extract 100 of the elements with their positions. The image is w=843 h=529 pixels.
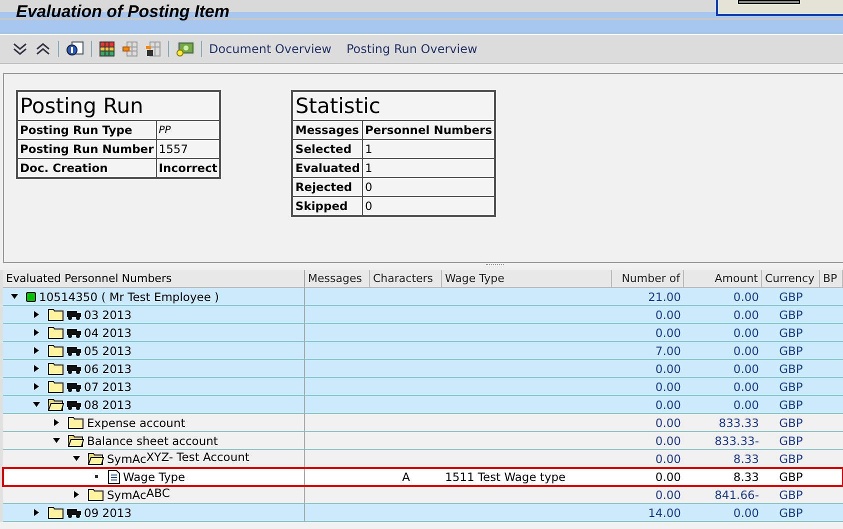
toolbar-link[interactable]: Posting Run Overview <box>346 42 478 56</box>
table-cell: 0.00 <box>655 326 681 340</box>
caret-right-icon[interactable] <box>33 329 40 336</box>
truck-icon <box>67 400 81 410</box>
table-cell: 14.00 <box>648 506 681 520</box>
tree-label: 08 2013 <box>84 398 132 412</box>
tree-row[interactable]: SymAcXYZ- Test Account 0.00 8.33 GBP <box>3 450 843 468</box>
tree-row[interactable]: Wage Type A 1511 Test Wage type 0.00 8.33 GBP <box>3 468 843 486</box>
tree-label: 07 2013 <box>84 380 132 394</box>
tree-row[interactable]: 05 2013 7.00 0.00 GBP <box>3 342 843 360</box>
table-cell: 0.00 <box>655 452 681 466</box>
table-cell: GBP <box>779 416 803 430</box>
table-cell: 0.00 <box>655 416 681 430</box>
tree-row[interactable]: 09 2013 14.00 0.00 GBP <box>3 504 843 522</box>
folder-icon <box>48 344 64 357</box>
tree-label: SymAc <box>107 452 146 466</box>
column-header[interactable]: Number of <box>612 270 684 288</box>
table-cell: GBP <box>779 344 803 358</box>
caret-right-icon[interactable] <box>33 311 40 318</box>
table-cell: 0.00 <box>655 470 681 484</box>
grid-save-icon[interactable] <box>145 41 161 57</box>
tree-label: SymAc <box>107 488 146 502</box>
column-header[interactable]: BP <box>820 270 843 288</box>
tree-label: 09 2013 <box>84 506 132 520</box>
tree-row[interactable]: 04 2013 0.00 0.00 GBP <box>3 324 843 342</box>
table-cell: 0.00 <box>733 362 759 376</box>
field-label: Rejected <box>292 178 362 196</box>
table-cell: 0.00 <box>655 488 681 502</box>
expand-all-icon[interactable] <box>12 41 28 57</box>
folder-icon <box>48 380 64 393</box>
caret-down-icon[interactable] <box>73 455 80 462</box>
table-cell: GBP <box>779 398 803 412</box>
table-cell: 21.00 <box>648 290 681 304</box>
tree-label: 04 2013 <box>84 326 132 340</box>
tree-label: 06 2013 <box>84 362 132 376</box>
grid-select-icon[interactable] <box>122 41 138 57</box>
truck-icon <box>67 310 81 320</box>
tree-label: Balance sheet account <box>87 434 218 448</box>
tree-row[interactable]: 08 2013 0.00 0.00 GBP <box>3 396 843 414</box>
table-cell: 0.00 <box>655 362 681 376</box>
table-cell: GBP <box>779 452 803 466</box>
collapse-all-icon[interactable] <box>35 41 51 57</box>
tree-label: Wage Type <box>123 470 186 484</box>
open-folder-icon <box>68 434 84 447</box>
field-label: Evaluated <box>292 158 362 178</box>
caret-right-icon[interactable] <box>33 347 40 354</box>
column-header[interactable]: Amount <box>684 270 762 288</box>
caret-right-icon[interactable] <box>33 383 40 390</box>
table-cell: GBP <box>779 362 803 376</box>
caret-right-icon[interactable] <box>33 509 40 516</box>
table-cell: 833.33 <box>718 416 759 430</box>
folder-icon <box>48 308 64 321</box>
column-header[interactable]: Messages <box>305 270 370 288</box>
details-icon[interactable] <box>66 41 84 57</box>
folder-icon <box>48 362 64 375</box>
table-cell: GBP <box>779 470 803 484</box>
table-cell: 0.00 <box>733 398 759 412</box>
document-icon <box>108 470 120 484</box>
table-cell: GBP <box>779 326 803 340</box>
column-header[interactable]: Wage Type <box>442 270 612 288</box>
table-cell: 7.00 <box>655 344 681 358</box>
truck-icon <box>67 508 81 518</box>
folder-icon <box>68 416 84 429</box>
column-header[interactable]: Characters <box>370 270 442 288</box>
caret-right-icon[interactable] <box>53 419 60 426</box>
grid-icon[interactable] <box>99 41 115 57</box>
caret-right-icon[interactable] <box>73 491 80 498</box>
table-cell: 841.66- <box>714 488 759 502</box>
caret-down-icon[interactable] <box>11 293 18 300</box>
open-folder-icon <box>48 398 64 411</box>
tree-row[interactable]: 07 2013 0.00 0.00 GBP <box>3 378 843 396</box>
tree-row[interactable]: SymAcABC 0.00 841.66- GBP <box>3 486 843 504</box>
tree-row[interactable]: Balance sheet account 0.00 833.33- GBP <box>3 432 843 450</box>
toolbar-link[interactable]: Document Overview <box>209 42 332 56</box>
tree-row[interactable]: 03 2013 0.00 0.00 GBP <box>3 306 843 324</box>
tree-label: 03 2013 <box>84 308 132 322</box>
folder-icon <box>88 488 104 501</box>
table-cell: 0.00 <box>733 308 759 322</box>
caret-right-icon[interactable] <box>33 365 40 372</box>
table-cell: GBP <box>779 506 803 520</box>
table-cell: 0.00 <box>655 434 681 448</box>
table-cell: GBP <box>779 488 803 502</box>
table-cell: GBP <box>779 380 803 394</box>
caret-down-icon[interactable] <box>53 437 60 444</box>
money-icon[interactable] <box>176 41 194 57</box>
table-cell: A <box>402 470 410 484</box>
account-text: XYZ- Test Account <box>146 450 250 464</box>
truck-icon <box>67 328 81 338</box>
column-header[interactable]: Currency <box>762 270 820 288</box>
table-cell: 8.33 <box>733 470 759 484</box>
splitter-grip[interactable] <box>486 264 504 267</box>
truck-icon <box>67 364 81 374</box>
tree-row[interactable]: Expense account 0.00 833.33 GBP <box>3 414 843 432</box>
column-header[interactable]: Evaluated Personnel Numbers <box>3 270 305 288</box>
tree-row[interactable]: 06 2013 0.00 0.00 GBP <box>3 360 843 378</box>
tree-label: 10514350 ( Mr Test Employee ) <box>39 290 220 304</box>
table-cell: GBP <box>779 434 803 448</box>
tree-row[interactable]: 10514350 ( Mr Test Employee ) 21.00 0.00 GBP <box>3 288 843 306</box>
caret-down-icon[interactable] <box>33 401 40 408</box>
table-cell: GBP <box>779 308 803 322</box>
